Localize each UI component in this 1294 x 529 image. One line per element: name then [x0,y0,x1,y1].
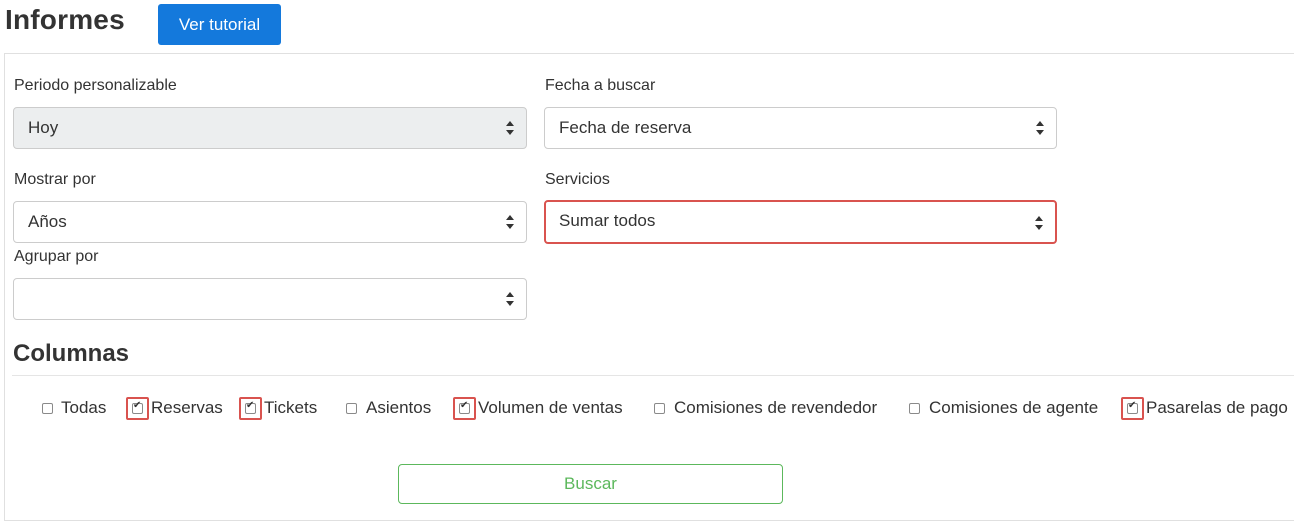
select-arrows-icon [506,215,514,229]
periodo-select[interactable]: Hoy [13,107,527,149]
checkbox-tickets[interactable] [245,400,256,414]
mostrar-value: Años [28,212,67,231]
column-option-todas[interactable]: Todas [36,397,106,419]
servicios-value: Sumar todos [559,211,656,230]
fecha-value: Fecha de reserva [559,118,692,137]
servicios-select[interactable]: Sumar todos [544,200,1057,244]
agrupar-select[interactable] [13,278,527,320]
fecha-label: Fecha a buscar [545,77,656,94]
select-arrows-icon [1035,216,1043,230]
column-option-label: Tickets [264,398,318,417]
checkbox-reservas[interactable] [132,400,143,414]
column-option-label: Volumen de ventas [478,398,623,417]
select-arrows-icon [506,121,514,135]
column-option-label: Pasarelas de pago [1146,398,1288,417]
checkbox-pasarelas[interactable] [1127,400,1138,414]
columnas-title: Columnas [13,340,130,367]
column-option-volumen[interactable]: Volumen de ventas [453,396,623,420]
select-arrows-icon [506,292,514,306]
tutorial-button[interactable]: Ver tutorial [158,4,281,45]
select-arrows-icon [1036,121,1044,135]
divider [12,375,1294,376]
fecha-select[interactable]: Fecha de reserva [544,107,1057,149]
checkbox-comisiones-revendedor[interactable] [654,402,665,414]
column-option-label: Todas [61,398,107,417]
periodo-label: Periodo personalizable [14,77,177,94]
column-option-label: Comisiones de agente [929,398,1099,417]
checkbox-comisiones-agente[interactable] [909,402,920,414]
checkbox-volumen[interactable] [459,400,470,414]
column-option-comisiones-agente[interactable]: Comisiones de agente [903,397,1098,419]
page-title: Informes [5,4,125,35]
column-option-reservas[interactable]: Reservas [126,396,223,420]
periodo-value: Hoy [28,118,59,137]
servicios-label: Servicios [545,171,610,188]
column-option-label: Reservas [151,398,223,417]
agrupar-label: Agrupar por [14,248,99,265]
checkbox-asientos[interactable] [346,402,357,414]
column-option-pasarelas[interactable]: Pasarelas de pago [1121,396,1288,420]
column-option-asientos[interactable]: Asientos [340,397,431,419]
mostrar-label: Mostrar por [14,171,96,188]
column-option-tickets[interactable]: Tickets [239,396,318,420]
column-option-label: Asientos [366,398,432,417]
buscar-button[interactable]: Buscar [398,464,783,504]
mostrar-select[interactable]: Años [13,201,527,243]
checkbox-todas[interactable] [42,402,53,414]
column-option-comisiones-revendedor[interactable]: Comisiones de revendedor [648,397,877,419]
column-option-label: Comisiones de revendedor [674,398,878,417]
